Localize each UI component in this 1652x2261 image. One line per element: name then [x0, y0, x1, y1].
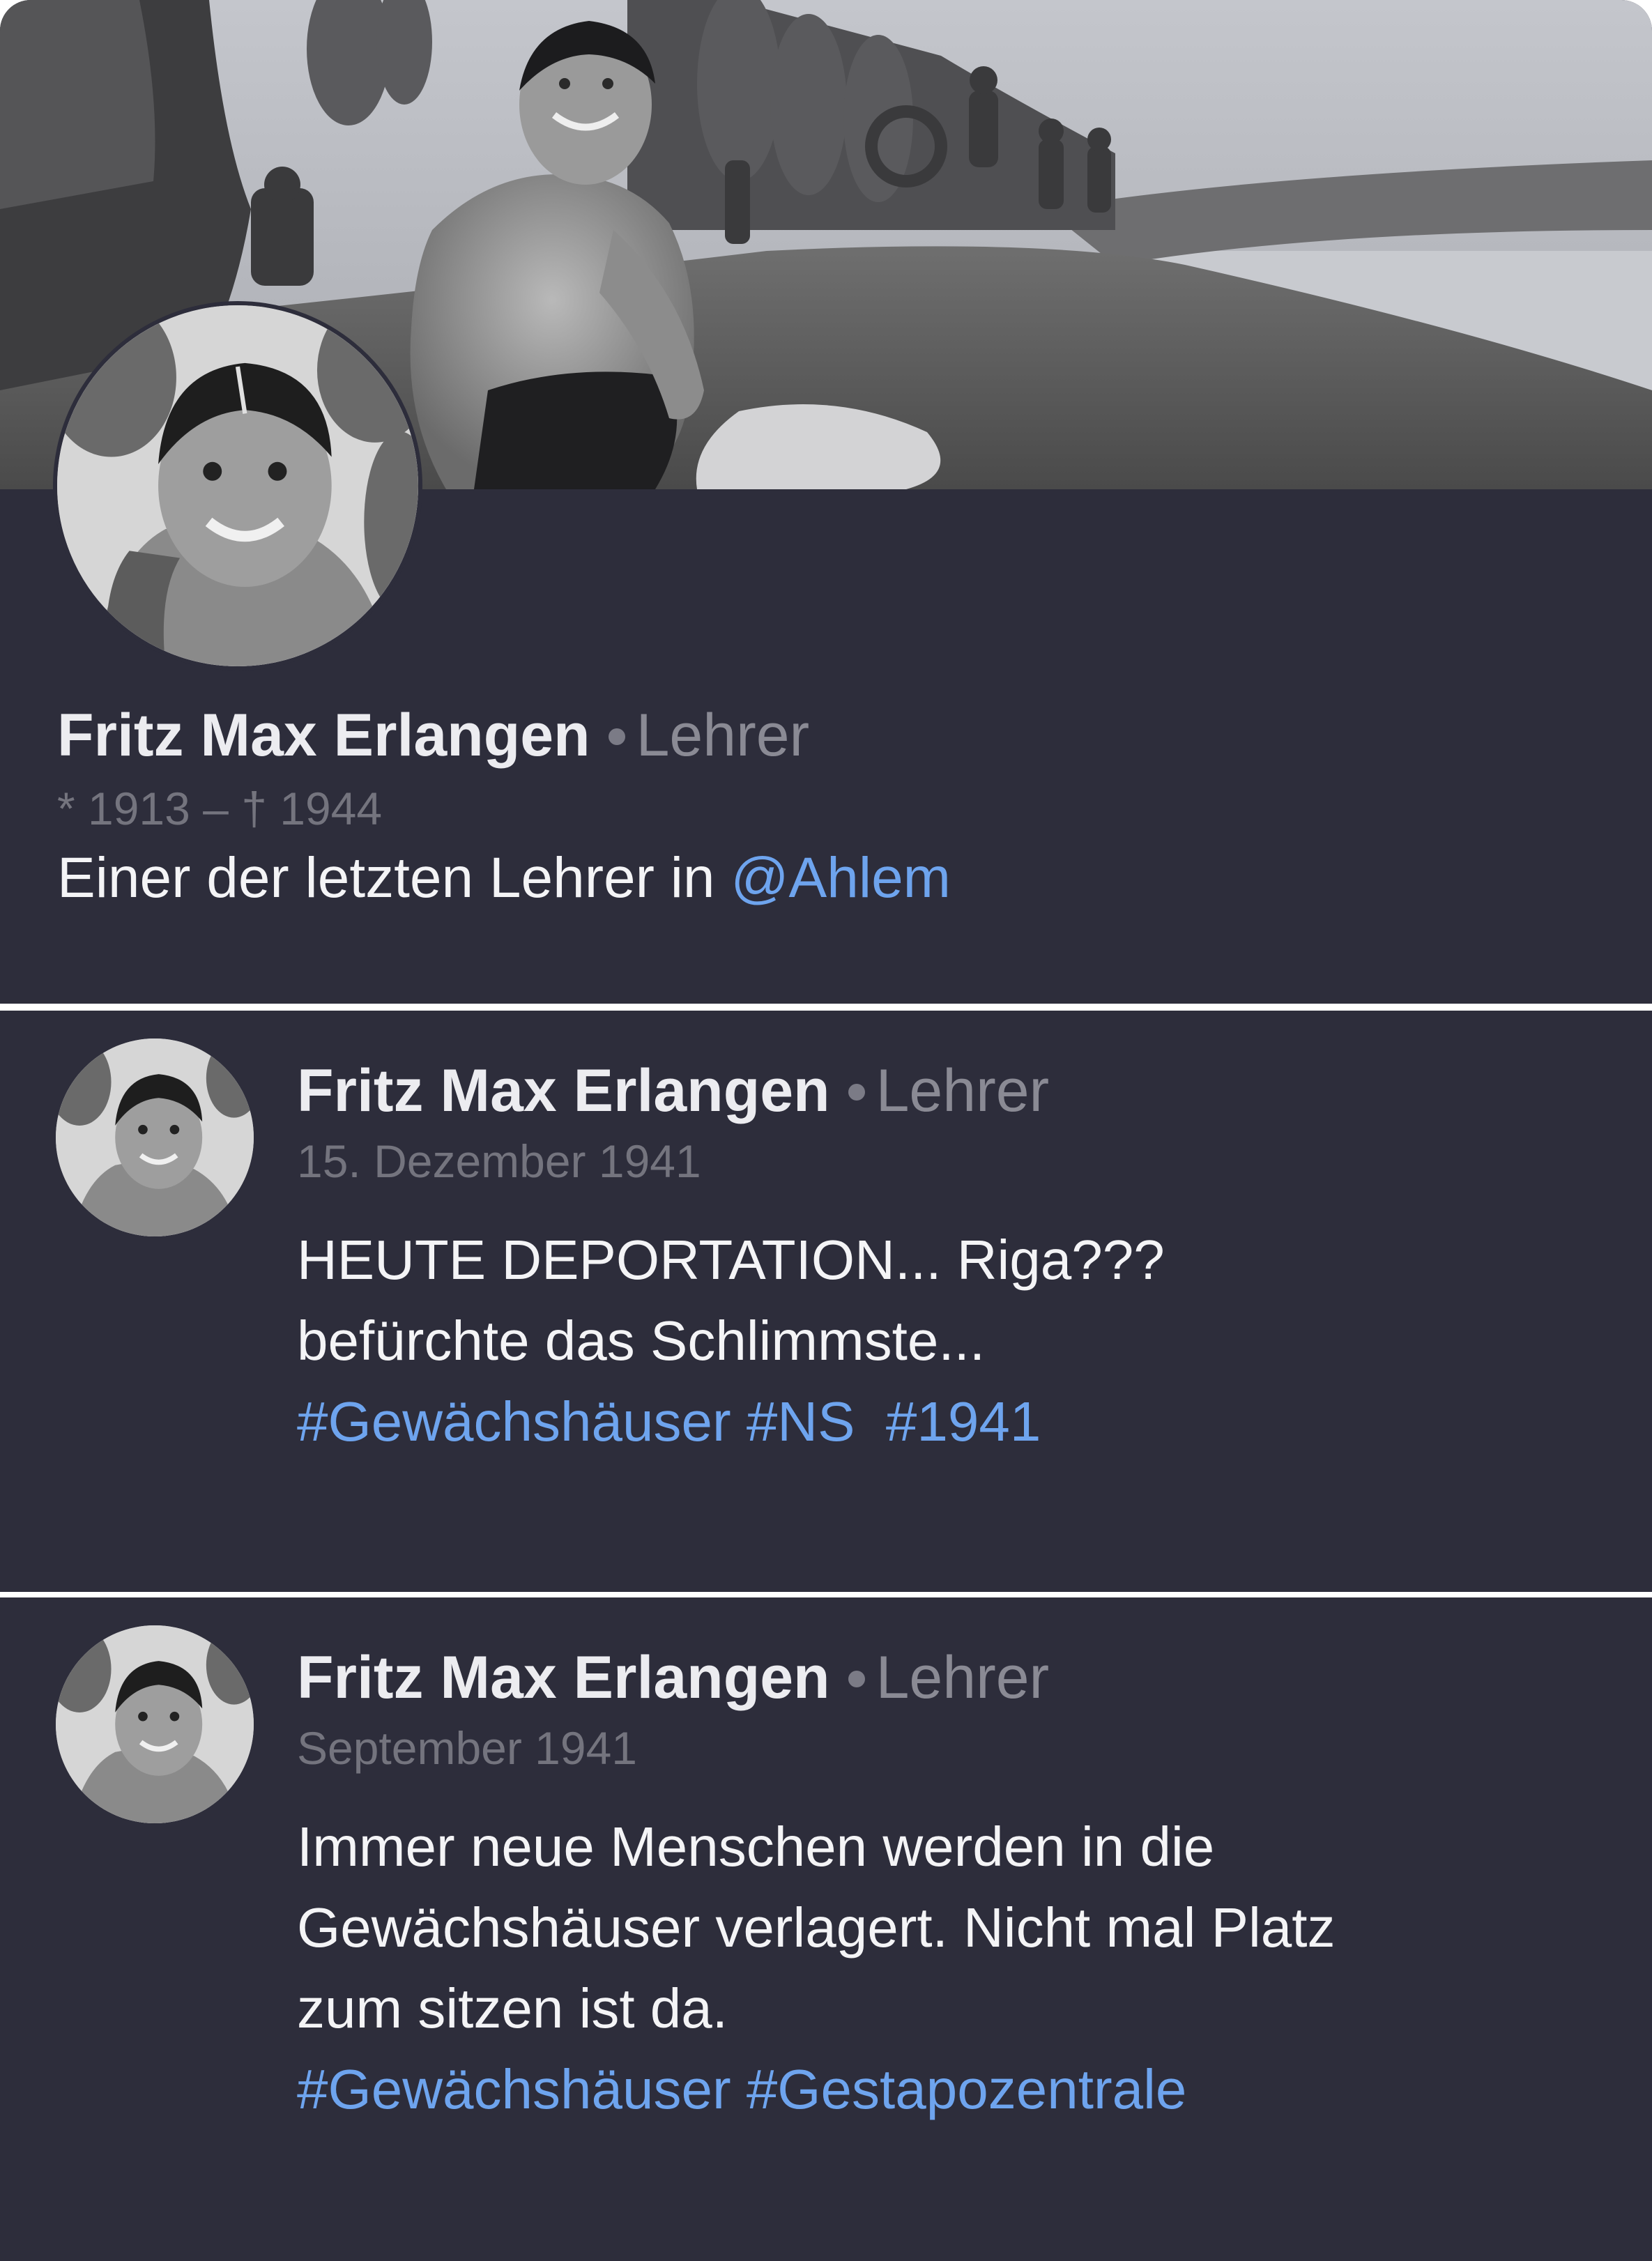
post-text-line: zum sitzen ist da. — [297, 1977, 728, 2039]
post-text-line: Immer neue Menschen werden in die — [297, 1816, 1215, 1878]
post-header: Fritz Max Erlangen Lehrer — [297, 1052, 1049, 1129]
separator-dot — [608, 728, 625, 746]
profile-card: Fritz Max Erlangen Lehrer * 1913 – † 1944… — [0, 0, 1652, 1004]
mention-link[interactable]: @Ahlem — [731, 846, 951, 910]
profile-bio-text: Einer der letzten Lehrer in — [57, 846, 731, 910]
hashtag-link[interactable]: #NS — [747, 1390, 855, 1453]
post-author-avatar[interactable] — [56, 1625, 254, 1823]
post-body: HEUTE DEPORTATION... Riga??? befürchte d… — [297, 1220, 1607, 1462]
post-author-role: Lehrer — [875, 1644, 1050, 1711]
post-card: Fritz Max Erlangen Lehrer September 1941 … — [0, 1597, 1652, 2261]
post-header: Fritz Max Erlangen Lehrer — [297, 1639, 1049, 1716]
post-text-line: befürchte das Schlimmste... — [297, 1310, 986, 1372]
post-body: Immer neue Menschen werden in die Gewäch… — [297, 1807, 1607, 2130]
profile-name[interactable]: Fritz Max Erlangen — [57, 702, 590, 769]
post-author-name[interactable]: Fritz Max Erlangen — [297, 1057, 830, 1124]
post-text-line: Gewächshäuser verlagert. Nicht mal Platz — [297, 1896, 1336, 1959]
hashtag-link[interactable]: #Gewächshäuser — [297, 1390, 731, 1453]
post-author-avatar[interactable] — [56, 1038, 254, 1236]
post-card: Fritz Max Erlangen Lehrer 15. Dezember 19… — [0, 1011, 1652, 1592]
profile-header: Fritz Max Erlangen Lehrer — [57, 697, 809, 774]
post-text-line: HEUTE DEPORTATION... Riga??? — [297, 1229, 1165, 1291]
profile-feed: Fritz Max Erlangen Lehrer * 1913 – † 1944… — [0, 0, 1652, 2261]
profile-role: Lehrer — [636, 702, 810, 769]
profile-avatar[interactable] — [53, 301, 422, 670]
profile-life-dates: * 1913 – † 1944 — [57, 783, 383, 834]
separator-dot — [848, 1084, 865, 1101]
post-date: September 1941 — [297, 1722, 638, 1774]
separator-dot — [848, 1671, 865, 1688]
post-hashtags: #Gewächshäuser #Gestapozentrale — [297, 2049, 1607, 2130]
post-hashtags: #Gewächshäuser #NS #1941 — [297, 1381, 1607, 1462]
hashtag-link[interactable]: #1941 — [886, 1390, 1041, 1453]
hashtag-link[interactable]: #Gestapozentrale — [747, 2058, 1187, 2120]
post-author-role: Lehrer — [875, 1057, 1050, 1124]
hashtag-link[interactable]: #Gewächshäuser — [297, 2058, 731, 2120]
profile-bio: Einer der letzten Lehrer in @Ahlem — [57, 843, 951, 913]
post-date: 15. Dezember 1941 — [297, 1135, 701, 1187]
post-author-name[interactable]: Fritz Max Erlangen — [297, 1644, 830, 1711]
